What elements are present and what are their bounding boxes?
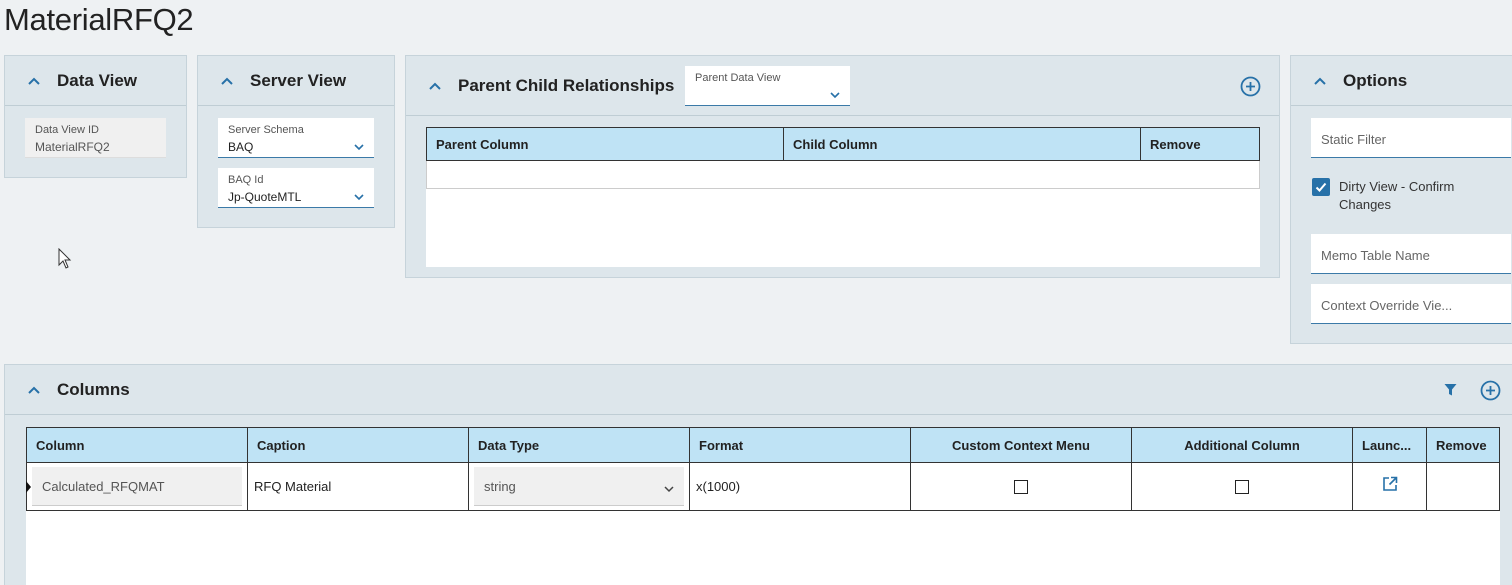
header-parent-column[interactable]: Parent Column xyxy=(427,128,784,160)
columns-card: Columns Column Caption Data Type Format … xyxy=(4,364,1512,585)
caption-value: RFQ Material xyxy=(254,479,332,494)
cell-remove[interactable] xyxy=(1427,463,1499,510)
add-column-icon[interactable] xyxy=(1480,380,1501,406)
parent-child-grid-header: Parent Column Child Column Remove xyxy=(426,127,1260,161)
mouse-cursor-icon xyxy=(58,247,72,275)
parent-data-view-label: Parent Data View xyxy=(695,72,781,84)
header-caption[interactable]: Caption xyxy=(248,428,469,462)
table-row[interactable]: Calculated_RFQMAT RFQ Material string x(… xyxy=(26,462,1500,511)
options-card: Options Static Filter Dirty View - Confi… xyxy=(1290,55,1512,344)
header-custom-context-menu[interactable]: Custom Context Menu xyxy=(911,428,1132,462)
baq-id-label: BAQ Id xyxy=(228,174,264,186)
checkmark-icon[interactable] xyxy=(1312,178,1330,196)
data-view-id-field: Data View ID MaterialRFQ2 xyxy=(25,118,166,158)
chevron-down-icon[interactable] xyxy=(354,139,364,151)
cell-additional-column xyxy=(1132,463,1353,510)
chevron-up-icon[interactable] xyxy=(27,74,41,88)
memo-table-placeholder: Memo Table Name xyxy=(1321,248,1430,263)
chevron-down-icon[interactable] xyxy=(830,87,840,99)
parent-child-grid: Parent Column Child Column Remove xyxy=(426,127,1260,267)
server-schema-value: BAQ xyxy=(228,140,254,154)
baq-id-value: Jp-QuoteMTL xyxy=(228,190,302,204)
data-view-header[interactable]: Data View xyxy=(5,56,186,106)
header-child-column[interactable]: Child Column xyxy=(784,128,1141,160)
chevron-down-icon[interactable] xyxy=(354,189,364,201)
row-indicator-icon xyxy=(26,481,31,493)
cell-caption[interactable]: RFQ Material xyxy=(248,463,469,510)
server-view-title: Server View xyxy=(250,70,347,90)
empty-row xyxy=(426,161,1260,189)
parent-child-title: Parent Child Relationships xyxy=(458,75,675,95)
server-view-card: Server View Server Schema BAQ BAQ Id Jp-… xyxy=(197,55,395,228)
chevron-down-icon[interactable] xyxy=(664,482,674,497)
header-data-type[interactable]: Data Type xyxy=(469,428,690,462)
external-link-icon[interactable] xyxy=(1382,476,1398,497)
data-view-title: Data View xyxy=(57,70,138,90)
cell-column: Calculated_RFQMAT xyxy=(27,463,248,510)
static-filter-input[interactable]: Static Filter xyxy=(1311,118,1511,158)
data-view-card: Data View Data View ID MaterialRFQ2 xyxy=(4,55,187,178)
data-type-select[interactable]: string xyxy=(474,467,684,506)
columns-grid-header: Column Caption Data Type Format Custom C… xyxy=(26,427,1500,463)
context-override-placeholder: Context Override Vie... xyxy=(1321,298,1453,313)
column-name-input[interactable]: Calculated_RFQMAT xyxy=(32,467,242,506)
add-relationship-icon[interactable] xyxy=(1240,76,1261,102)
format-value: x(1000) xyxy=(696,479,741,494)
filter-icon[interactable] xyxy=(1444,383,1457,402)
header-remove[interactable]: Remove xyxy=(1427,428,1499,462)
header-additional-column[interactable]: Additional Column xyxy=(1132,428,1353,462)
server-schema-label: Server Schema xyxy=(228,124,304,136)
cell-launch xyxy=(1353,463,1427,510)
data-view-id-label: Data View ID xyxy=(35,124,99,136)
chevron-up-icon[interactable] xyxy=(27,383,41,397)
header-launch[interactable]: Launc... xyxy=(1353,428,1427,462)
options-title: Options xyxy=(1343,70,1408,90)
additional-column-checkbox[interactable] xyxy=(1235,479,1249,494)
server-view-header[interactable]: Server View xyxy=(198,56,394,106)
columns-header[interactable]: Columns xyxy=(5,365,1512,415)
header-column[interactable]: Column xyxy=(27,428,248,462)
chevron-up-icon[interactable] xyxy=(428,79,442,93)
data-view-id-value: MaterialRFQ2 xyxy=(35,140,110,154)
cell-data-type: string xyxy=(469,463,690,510)
page-title: MaterialRFQ2 xyxy=(4,2,194,37)
cell-custom-context-menu xyxy=(911,463,1132,510)
parent-data-view-select[interactable]: Parent Data View xyxy=(685,66,850,106)
baq-id-select[interactable]: BAQ Id Jp-QuoteMTL xyxy=(218,168,374,208)
context-override-input[interactable]: Context Override Vie... xyxy=(1311,284,1511,324)
static-filter-placeholder: Static Filter xyxy=(1321,132,1387,147)
column-name-value: Calculated_RFQMAT xyxy=(42,478,165,494)
server-schema-select[interactable]: Server Schema BAQ xyxy=(218,118,374,158)
columns-grid: Column Caption Data Type Format Custom C… xyxy=(26,427,1500,585)
header-format[interactable]: Format xyxy=(690,428,911,462)
chevron-up-icon[interactable] xyxy=(1313,74,1327,88)
cell-format[interactable]: x(1000) xyxy=(690,463,911,510)
memo-table-input[interactable]: Memo Table Name xyxy=(1311,234,1511,274)
columns-title: Columns xyxy=(57,379,130,399)
header-remove[interactable]: Remove xyxy=(1141,128,1259,160)
parent-child-card: Parent Child Relationships Parent Data V… xyxy=(405,55,1280,278)
dirty-view-checkbox[interactable]: Dirty View - Confirm Changes xyxy=(1312,178,1479,214)
options-header[interactable]: Options xyxy=(1291,56,1512,106)
data-type-value: string xyxy=(484,478,516,494)
dirty-view-label: Dirty View - Confirm Changes xyxy=(1339,179,1455,212)
chevron-up-icon[interactable] xyxy=(220,74,234,88)
custom-context-menu-checkbox[interactable] xyxy=(1014,479,1028,494)
